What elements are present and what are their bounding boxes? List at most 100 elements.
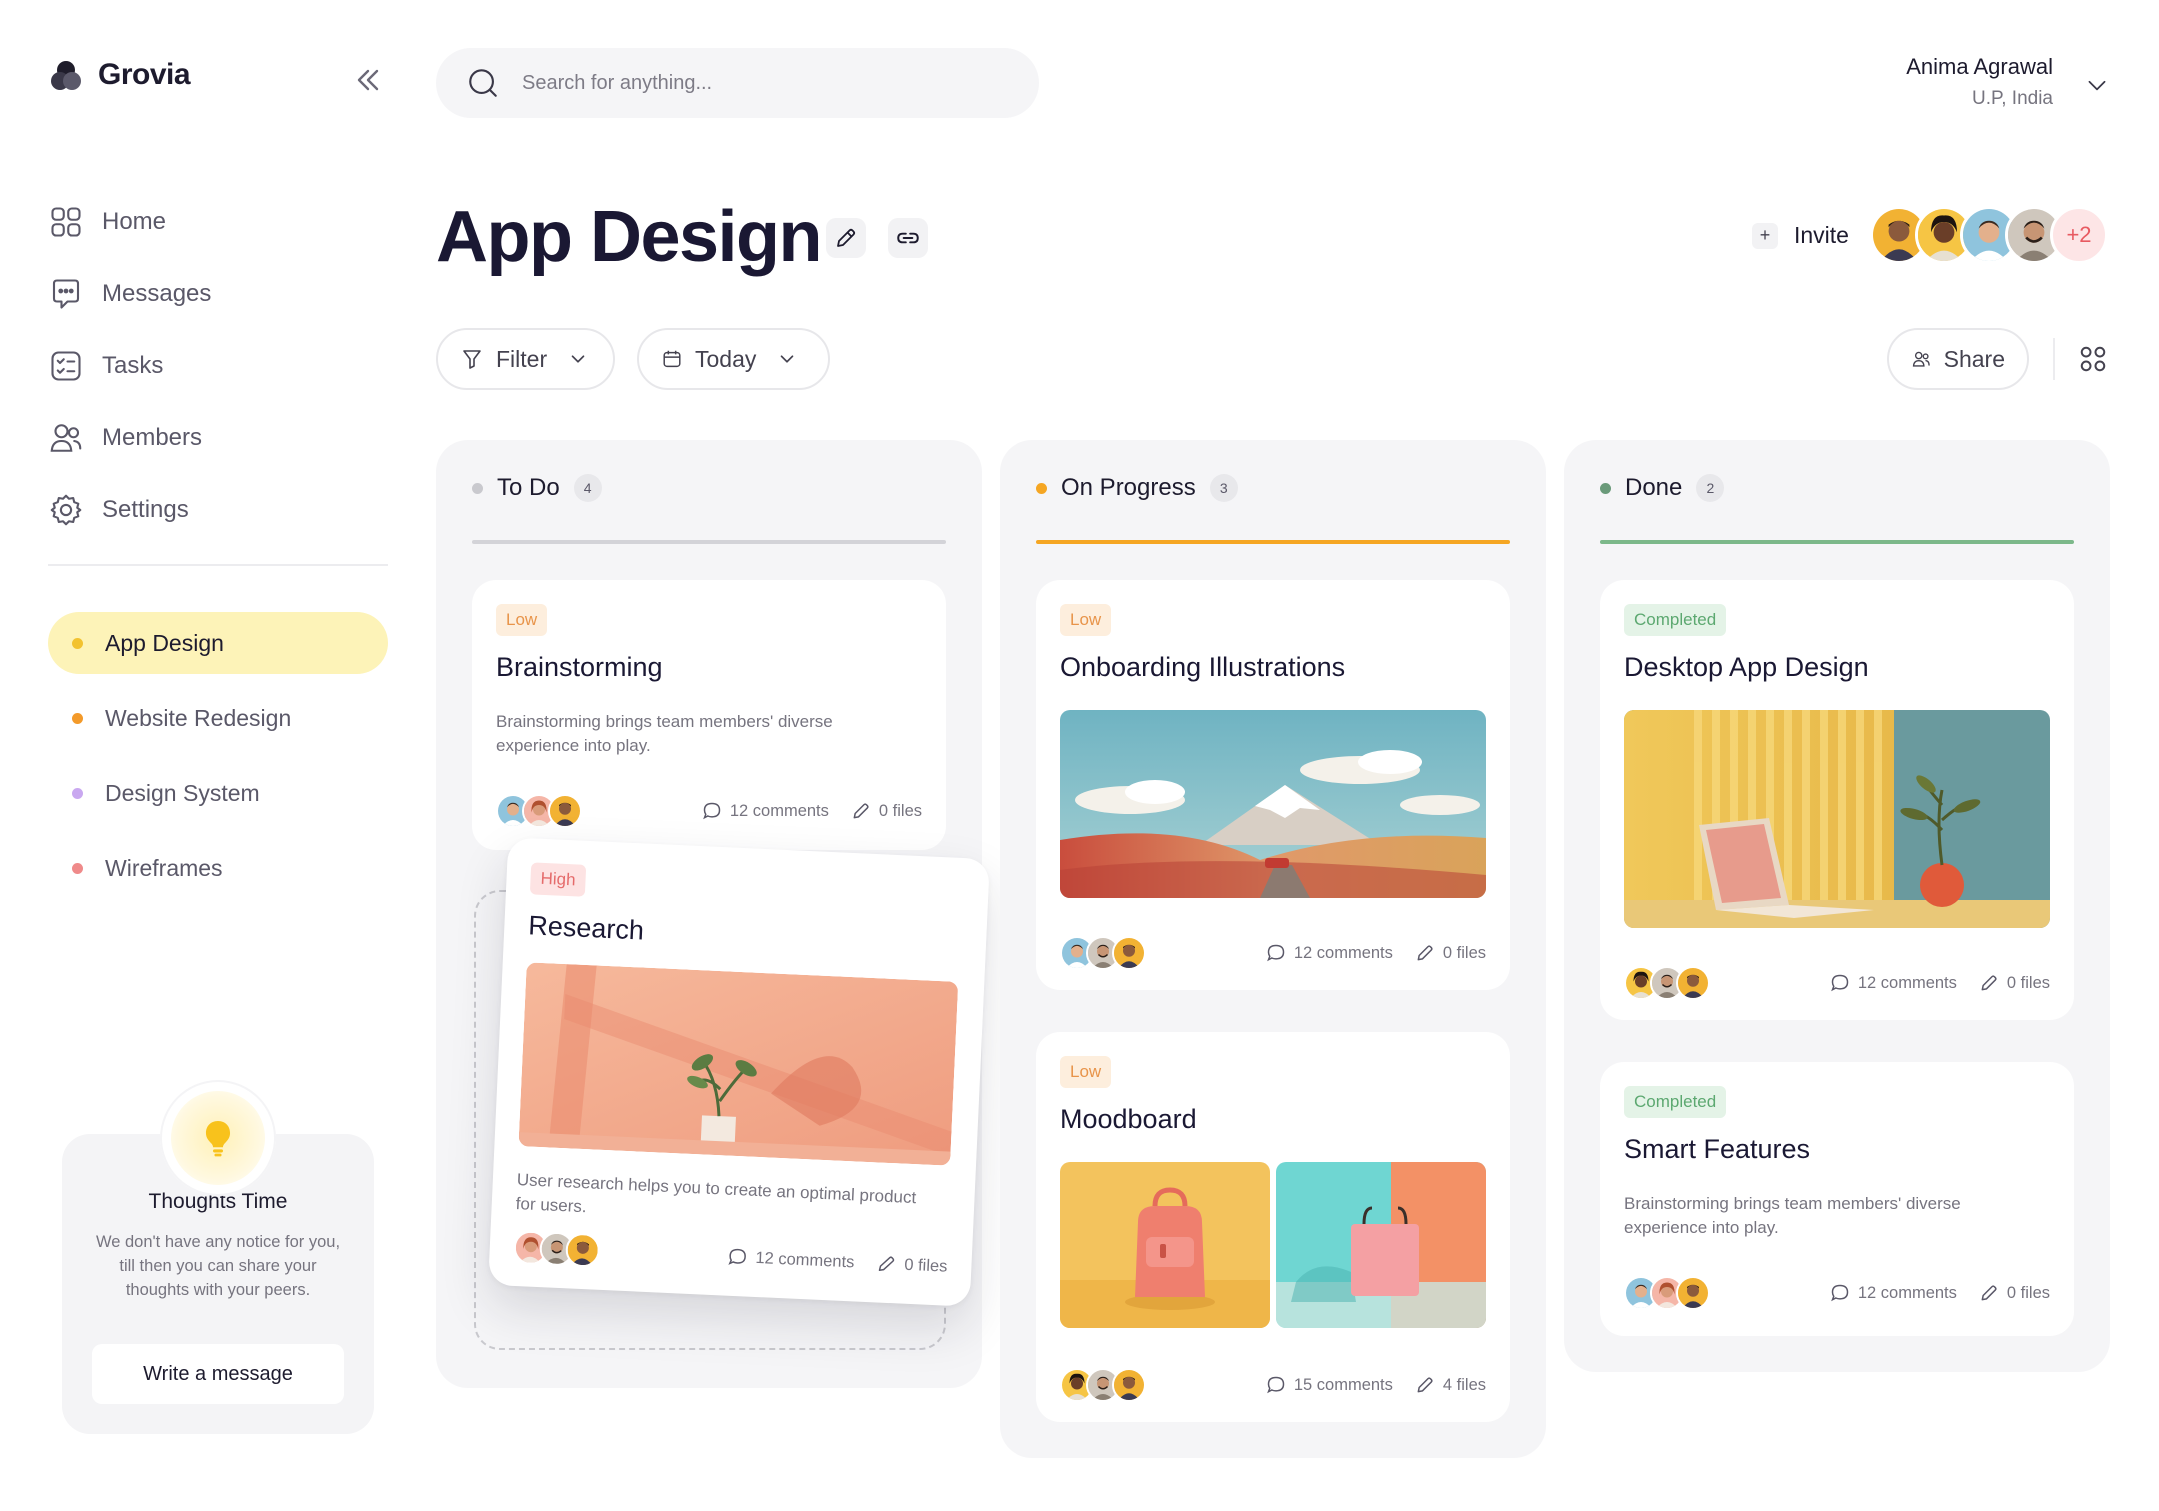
card-image [1060, 710, 1486, 898]
members-icon [50, 424, 82, 452]
chevron-down-icon [571, 355, 585, 363]
project-item-app-design[interactable]: App Design [48, 612, 388, 674]
card-title: Smart Features [1624, 1134, 1811, 1164]
column-done: Done 2 Completed Desktop App Design 12 c… [1564, 440, 2110, 1372]
task-card-desktop-app-design[interactable]: Completed Desktop App Design 12 comments… [1600, 580, 2074, 1020]
files-count[interactable]: 0 files [1979, 1283, 2050, 1303]
search-icon [469, 69, 497, 97]
project-color-dot [72, 637, 83, 649]
column-count: 2 [1696, 474, 1725, 502]
column-title: On Progress [1061, 474, 1196, 501]
brand-logo[interactable]: Grovia [50, 58, 191, 92]
card-title: Research [527, 910, 645, 946]
files-count[interactable]: 4 files [1415, 1375, 1486, 1395]
task-card-research-dragging[interactable]: High Research User research helps you to… [488, 837, 990, 1307]
task-card-brainstorming[interactable]: Low Brainstorming Brainstorming brings t… [472, 580, 946, 850]
sidebar-item-members[interactable]: Members [48, 402, 388, 474]
page-title: App Design [436, 197, 823, 277]
calendar-icon [663, 350, 681, 368]
sidebar-item-home[interactable]: Home [48, 186, 388, 258]
task-card-onboarding[interactable]: Low Onboarding Illustrations 12 comments… [1036, 580, 1510, 990]
status-badge: Completed [1624, 1086, 1727, 1118]
card-title: Onboarding Illustrations [1060, 652, 1346, 682]
comments-count[interactable]: 12 comments [727, 1247, 855, 1273]
comments-count[interactable]: 12 comments [702, 801, 829, 821]
link-icon [897, 232, 919, 244]
user-profile[interactable]: Anima Agrawal U.P, India [1906, 54, 2053, 110]
attachment-pencil-icon [1417, 1377, 1433, 1393]
more-members-badge[interactable]: +2 [2050, 206, 2108, 264]
sidebar-item-label: Messages [102, 280, 212, 307]
invite-button[interactable]: + Invite [1752, 222, 1849, 249]
task-card-moodboard[interactable]: Low Moodboard 15 comments 4 files [1036, 1032, 1510, 1422]
files-count[interactable]: 0 files [851, 801, 922, 821]
column-header: Done 2 [1600, 474, 1725, 502]
message-icon [52, 279, 80, 309]
chevron-down-icon [781, 355, 794, 363]
copy-link-button[interactable] [888, 218, 928, 258]
comments-count[interactable]: 12 comments [1830, 1283, 1957, 1303]
user-location: U.P, India [1972, 88, 2053, 109]
card-image [1624, 710, 2050, 928]
logo-icon [50, 59, 82, 91]
files-count[interactable]: 0 files [1979, 973, 2050, 993]
card-image [518, 962, 959, 1166]
project-label: Wireframes [105, 854, 223, 881]
column-progress-line [472, 540, 946, 544]
app-name: Grovia [98, 58, 191, 91]
column-title: Done [1625, 474, 1683, 501]
project-item-design-system[interactable]: Design System [48, 762, 388, 824]
collapse-sidebar-icon[interactable] [350, 62, 386, 98]
card-image [1060, 1162, 1270, 1328]
project-label: Design System [105, 779, 260, 806]
comments-count[interactable]: 12 comments [1266, 943, 1393, 963]
comments-count[interactable]: 15 comments [1266, 1375, 1393, 1395]
comments-count[interactable]: 12 comments [1830, 973, 1957, 993]
status-dot [1600, 482, 1611, 494]
attachment-pencil-icon [1417, 945, 1433, 961]
share-button[interactable]: Share [1887, 328, 2029, 390]
column-header: To Do 4 [472, 474, 602, 502]
card-image [1276, 1162, 1486, 1328]
assignee-avatars [1624, 966, 1710, 1000]
lightbulb-icon [205, 1121, 231, 1157]
project-item-wireframes[interactable]: Wireframes [48, 837, 388, 899]
card-description: Brainstorming brings team members' diver… [496, 712, 833, 755]
invite-label: Invite [1794, 222, 1849, 248]
sidebar-item-settings[interactable]: Settings [48, 474, 388, 546]
project-color-dot [72, 862, 83, 874]
team-avatars[interactable]: +2 [1870, 206, 2108, 264]
filter-button[interactable]: Filter [436, 328, 615, 390]
project-label: App Design [105, 629, 224, 656]
card-description: User research helps you to create an opt… [515, 1170, 917, 1217]
sidebar-item-messages[interactable]: Messages [48, 258, 388, 330]
gear-icon [50, 494, 82, 526]
files-count[interactable]: 0 files [1415, 943, 1486, 963]
status-badge: Completed [1624, 604, 1727, 636]
user-name: Anima Agrawal [1906, 54, 2053, 79]
attachment-pencil-icon [878, 1256, 895, 1271]
date-filter-button[interactable]: Today [637, 328, 830, 390]
search-input[interactable] [522, 71, 1002, 95]
priority-badge: Low [1060, 1056, 1112, 1088]
files-count[interactable]: 0 files [876, 1253, 948, 1276]
project-item-website-redesign[interactable]: Website Redesign [48, 687, 388, 749]
chevron-down-icon[interactable] [2084, 72, 2110, 98]
sidebar-item-tasks[interactable]: Tasks [48, 330, 388, 402]
view-grid-icon[interactable] [2078, 344, 2108, 374]
priority-badge: Low [1060, 604, 1112, 636]
write-message-button[interactable]: Write a message [92, 1344, 344, 1404]
task-card-smart-features[interactable]: Completed Smart Features Brainstorming b… [1600, 1062, 2074, 1336]
edit-title-button[interactable] [826, 218, 866, 258]
comment-icon [1266, 1376, 1285, 1394]
comment-icon [702, 802, 721, 820]
card-description: Brainstorming brings team members' diver… [1624, 1194, 1961, 1237]
project-color-dot [72, 787, 83, 799]
column-on-progress: On Progress 3 Low Onboarding Illustratio… [1000, 440, 1546, 1458]
assignee-avatars [1624, 1276, 1710, 1310]
search-bar[interactable] [436, 48, 1039, 118]
plus-icon: + [1752, 222, 1778, 249]
column-count: 3 [1209, 474, 1238, 502]
sidebar-nav: Home Messages Tasks Members Settings [48, 186, 388, 546]
card-footer: 12 comments 0 files [1624, 1276, 2050, 1310]
